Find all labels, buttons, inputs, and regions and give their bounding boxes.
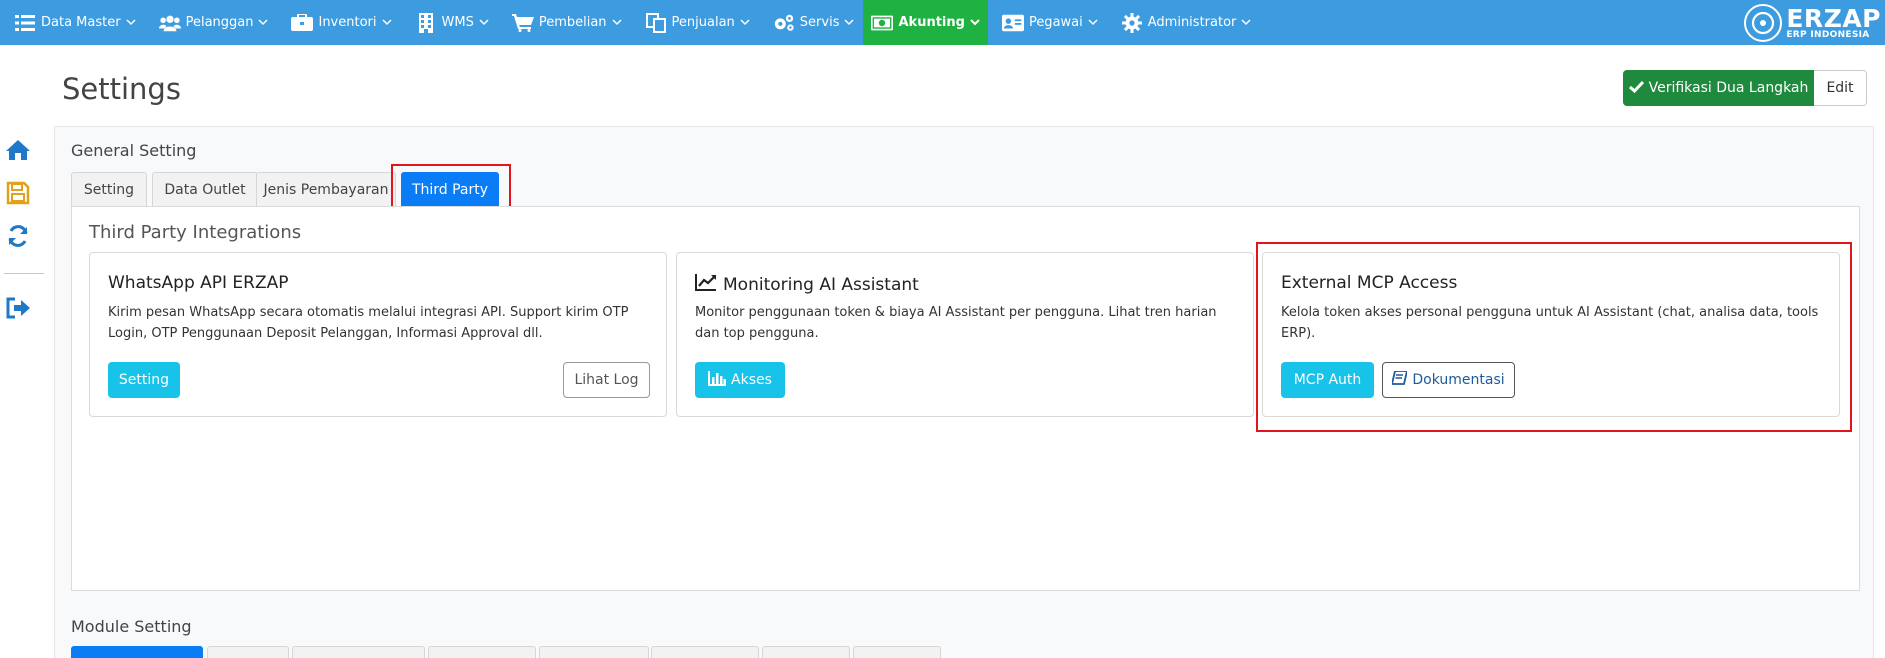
akses-label: Akses (731, 372, 772, 388)
list-icon (14, 14, 36, 32)
nav-label: Akunting (898, 15, 965, 30)
nav-label: Inventori (318, 15, 377, 30)
nav-item-pembelian[interactable]: Pembelian (498, 0, 631, 45)
chevron-down-icon (381, 18, 392, 28)
chevron-down-icon (970, 18, 980, 28)
chevron-down-icon (1088, 18, 1098, 28)
line-chart-icon (695, 273, 717, 296)
whatsapp-setting-button[interactable]: Setting (108, 362, 180, 398)
tab-jenis-pembayaran[interactable]: Jenis Pembayaran (256, 172, 396, 206)
module-tab[interactable] (428, 646, 536, 658)
bar-chart-icon (708, 370, 727, 390)
chevron-down-icon (126, 18, 136, 28)
check-icon (1628, 80, 1644, 97)
general-setting-label: General Setting (71, 141, 197, 160)
nav-item-data-master[interactable]: Data Master (0, 0, 145, 45)
card-description: Monitor penggunaan token & biaya AI Assi… (695, 305, 1217, 341)
module-tab[interactable] (292, 646, 425, 658)
chevron-down-icon (612, 18, 622, 28)
nav-label: Servis (799, 15, 840, 30)
nav-label: Administrator (1147, 15, 1237, 30)
briefcase-icon (291, 14, 314, 32)
edit-button[interactable]: Edit (1814, 70, 1867, 106)
card-monitoring-ai: Monitoring AI Assistant Monitor pengguna… (676, 252, 1254, 417)
cogs-icon (773, 14, 795, 32)
chevron-down-icon (740, 18, 750, 28)
page-title: Settings (62, 72, 181, 106)
chevron-down-icon (258, 18, 269, 28)
card-title-text: Monitoring AI Assistant (723, 274, 919, 295)
users-icon (158, 14, 181, 32)
nav-label: Penjualan (671, 15, 735, 30)
nav-item-pegawai[interactable]: Pegawai (988, 0, 1107, 45)
tab-data-outlet[interactable]: Data Outlet (152, 172, 258, 206)
module-tab[interactable] (207, 646, 289, 658)
lihat-log-button[interactable]: Lihat Log (563, 362, 650, 398)
save-icon[interactable] (4, 179, 32, 207)
nav-label: Data Master (41, 15, 121, 30)
card-title: WhatsApp API ERZAP (108, 273, 289, 293)
refresh-icon[interactable] (4, 222, 32, 250)
module-tab[interactable] (762, 646, 850, 658)
nav-item-servis[interactable]: Servis (759, 0, 864, 45)
brand-logo[interactable]: ERZAP ERP INDONESIA (1744, 1, 1881, 44)
brand-name: ERZAP (1786, 3, 1881, 33)
nav-label: Pelanggan (185, 15, 254, 30)
chevron-down-icon (1241, 18, 1251, 28)
akses-button[interactable]: Akses (695, 362, 785, 398)
nav-item-pelanggan[interactable]: Pelanggan (145, 0, 278, 45)
card-highlight-box (1256, 242, 1852, 432)
module-setting-label: Module Setting (71, 617, 192, 636)
module-tab[interactable] (853, 646, 941, 658)
building-icon (415, 12, 437, 33)
sign-out-icon[interactable] (4, 294, 32, 322)
nav-label: WMS (441, 15, 474, 30)
top-navbar: Data Master Pelanggan Inventori WMS Pemb… (0, 0, 1885, 45)
nav-label: Pembelian (538, 15, 607, 30)
module-tab[interactable] (71, 646, 203, 658)
nav-item-wms[interactable]: WMS (401, 0, 498, 45)
verify-label: Verifikasi Dua Langkah (1648, 80, 1809, 96)
home-icon[interactable] (4, 136, 32, 164)
chevron-down-icon (479, 18, 489, 28)
section-title: Third Party Integrations (89, 222, 302, 243)
card-whatsapp-api: WhatsApp API ERZAP Kirim pesan WhatsApp … (89, 252, 667, 417)
nav-item-administrator[interactable]: Administrator (1107, 0, 1261, 45)
brand-subtitle: ERP INDONESIA (1786, 29, 1870, 40)
card-title: Monitoring AI Assistant (695, 273, 919, 296)
card-title-text: WhatsApp API ERZAP (108, 273, 289, 293)
copy-icon (645, 12, 667, 33)
money-icon (871, 14, 894, 32)
erzap-logo-icon (1744, 3, 1783, 42)
tab-setting[interactable]: Setting (71, 172, 147, 206)
chevron-down-icon (844, 18, 855, 28)
nav-label: Pegawai (1028, 15, 1083, 30)
card-description: Kirim pesan WhatsApp secara otomatis mel… (108, 305, 629, 341)
two-step-verification-button[interactable]: Verifikasi Dua Langkah (1623, 70, 1814, 106)
nav-item-penjualan[interactable]: Penjualan (631, 0, 759, 45)
module-tab[interactable] (539, 646, 649, 658)
nav-item-akunting[interactable]: Akunting (863, 0, 988, 45)
id-card-icon (1001, 14, 1024, 32)
module-tab[interactable] (651, 646, 759, 658)
gear-icon (1121, 12, 1143, 33)
sidebar-divider (4, 273, 44, 274)
nav-item-inventori[interactable]: Inventori (277, 0, 400, 45)
cart-icon (511, 13, 534, 32)
